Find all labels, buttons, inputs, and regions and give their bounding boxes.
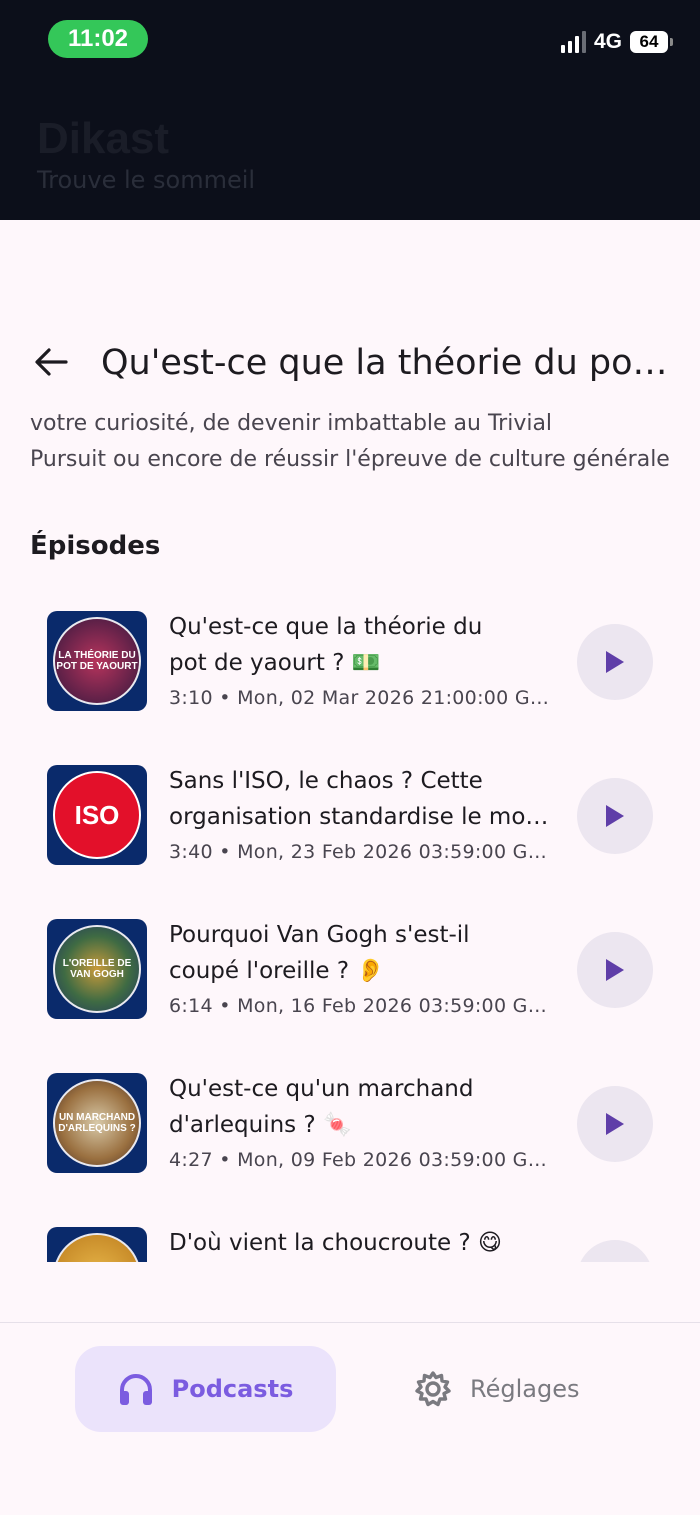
episode-title-line: pot de yaourt ? 💵	[169, 650, 381, 676]
episode-title-line: Qu'est-ce qu'un marchand	[169, 1076, 474, 1102]
battery-icon: 64	[630, 31, 673, 53]
detail-header: Qu'est-ce que la théorie du pot de yaour…	[0, 330, 700, 394]
nav-podcasts[interactable]: Podcasts	[75, 1346, 336, 1432]
episode-title: Sans l'ISO, le chaos ? Cette organisatio…	[169, 763, 549, 835]
status-time: 11:02	[48, 20, 148, 58]
episode-title-line: Sans l'ISO, le chaos ? Cette	[169, 768, 483, 794]
thumbnail-text: L'OREILLE DE VAN GOGH	[62, 958, 132, 980]
meta-separator: •	[219, 841, 231, 863]
thumbnail-text: UN MARCHAND D'ARLEQUINS ?	[58, 1112, 136, 1134]
nav-reglages-label: Réglages	[470, 1375, 580, 1403]
episode-title: Qu'est-ce que la théorie du pot de yaour…	[169, 609, 549, 681]
play-button[interactable]	[577, 1240, 653, 1262]
episode-title: D'où vient la choucroute ? 😋	[169, 1225, 549, 1261]
episode-item[interactable]: D'où vient la choucroute ? 😋	[0, 1227, 700, 1262]
meta-separator: •	[219, 687, 231, 709]
thumbnail-art: LA THÉORIE DU POT DE YAOURT	[53, 617, 141, 705]
episode-title-line: organisation standardise le monde	[169, 804, 549, 830]
podcast-description: votre curiosité, de devenir imbattable a…	[30, 406, 670, 478]
headphones-icon	[119, 1374, 152, 1405]
episode-title-line: Pourquoi Van Gogh s'est-il	[169, 922, 470, 948]
episode-duration: 3:40	[169, 841, 213, 863]
episode-item[interactable]: UN MARCHAND D'ARLEQUINS ? Qu'est-ce qu'u…	[0, 1073, 700, 1203]
play-icon	[606, 1113, 624, 1135]
episode-title-line: D'où vient la choucroute ? 😋	[169, 1230, 502, 1256]
meta-separator: •	[219, 995, 231, 1017]
episode-title-line: coupé l'oreille ? 👂	[169, 958, 386, 984]
episode-meta: 3:10 • Mon, 02 Mar 2026 21:00:00 GMT	[169, 687, 554, 709]
app-header-background: 11:02 4G 64 Dikast Trouve le sommeil	[0, 0, 700, 220]
play-button[interactable]	[577, 932, 653, 1008]
episode-title: Pourquoi Van Gogh s'est-il coupé l'oreil…	[169, 917, 549, 989]
description-line: votre curiosité, de devenir imbattable a…	[30, 411, 553, 436]
episode-title-line: d'arlequins ? 🍬	[169, 1112, 352, 1138]
bottom-navigation: Podcasts Réglages	[0, 1322, 700, 1515]
episode-meta: 6:14 • Mon, 16 Feb 2026 03:59:00 GMT	[169, 995, 554, 1017]
play-button[interactable]	[577, 1086, 653, 1162]
play-button[interactable]	[577, 778, 653, 854]
episode-thumbnail: LA THÉORIE DU POT DE YAOURT	[47, 611, 147, 711]
thumbnail-art	[53, 1233, 141, 1262]
episode-thumbnail	[47, 1227, 147, 1262]
thumbnail-art: UN MARCHAND D'ARLEQUINS ?	[53, 1079, 141, 1167]
app-subtitle: Trouve le sommeil	[37, 166, 256, 194]
play-icon	[606, 651, 624, 673]
podcast-detail-sheet: Qu'est-ce que la théorie du pot de yaour…	[0, 220, 700, 1514]
play-button[interactable]	[577, 624, 653, 700]
nav-podcasts-label: Podcasts	[171, 1375, 294, 1403]
detail-scroll-area[interactable]: votre curiosité, de devenir imbattable a…	[0, 406, 700, 1262]
episode-item[interactable]: L'OREILLE DE VAN GOGH Pourquoi Van Gogh …	[0, 919, 700, 1049]
episode-title: Qu'est-ce qu'un marchand d'arlequins ? 🍬	[169, 1071, 549, 1143]
meta-separator: •	[219, 1149, 231, 1171]
thumbnail-art: L'OREILLE DE VAN GOGH	[53, 925, 141, 1013]
arrow-left-icon	[35, 348, 68, 376]
gear-icon	[415, 1371, 451, 1407]
thumbnail-art: ISO	[53, 771, 141, 859]
status-indicators: 4G 64	[560, 30, 673, 54]
page-title: Qu'est-ce que la théorie du pot de yaour…	[101, 342, 681, 383]
episode-meta: 3:40 • Mon, 23 Feb 2026 03:59:00 GMT	[169, 841, 554, 863]
episode-date: Mon, 16 Feb 2026 03:59:00 GMT	[237, 995, 554, 1017]
nav-reglages[interactable]: Réglages	[414, 1346, 614, 1432]
episode-duration: 3:10	[169, 687, 213, 709]
episode-date: Mon, 09 Feb 2026 03:59:00 GMT	[237, 1149, 554, 1171]
episode-thumbnail: L'OREILLE DE VAN GOGH	[47, 919, 147, 1019]
episodes-heading: Épisodes	[30, 531, 161, 561]
episode-duration: 4:27	[169, 1149, 213, 1171]
thumbnail-text: LA THÉORIE DU POT DE YAOURT	[56, 650, 138, 672]
episode-item[interactable]: ISO Sans l'ISO, le chaos ? Cette organis…	[0, 765, 700, 895]
back-button[interactable]	[19, 330, 83, 394]
network-type: 4G	[593, 30, 622, 53]
episode-thumbnail: UN MARCHAND D'ARLEQUINS ?	[47, 1073, 147, 1173]
episode-item[interactable]: LA THÉORIE DU POT DE YAOURT Qu'est-ce qu…	[0, 611, 700, 741]
episode-thumbnail: ISO	[47, 765, 147, 865]
app-title: Dikast	[37, 114, 170, 163]
thumbnail-text: ISO	[74, 799, 120, 830]
play-icon	[606, 959, 624, 981]
episode-meta: 4:27 • Mon, 09 Feb 2026 03:59:00 GMT	[169, 1149, 554, 1171]
episode-duration: 6:14	[169, 995, 213, 1017]
signal-icon	[560, 31, 586, 53]
episode-title-line: Qu'est-ce que la théorie du	[169, 614, 483, 640]
play-icon	[606, 805, 624, 827]
episode-date: Mon, 02 Mar 2026 21:00:00 GMT	[237, 687, 554, 709]
episode-date: Mon, 23 Feb 2026 03:59:00 GMT	[237, 841, 554, 863]
description-line: Pursuit ou encore de réussir l'épreuve d…	[30, 447, 670, 472]
